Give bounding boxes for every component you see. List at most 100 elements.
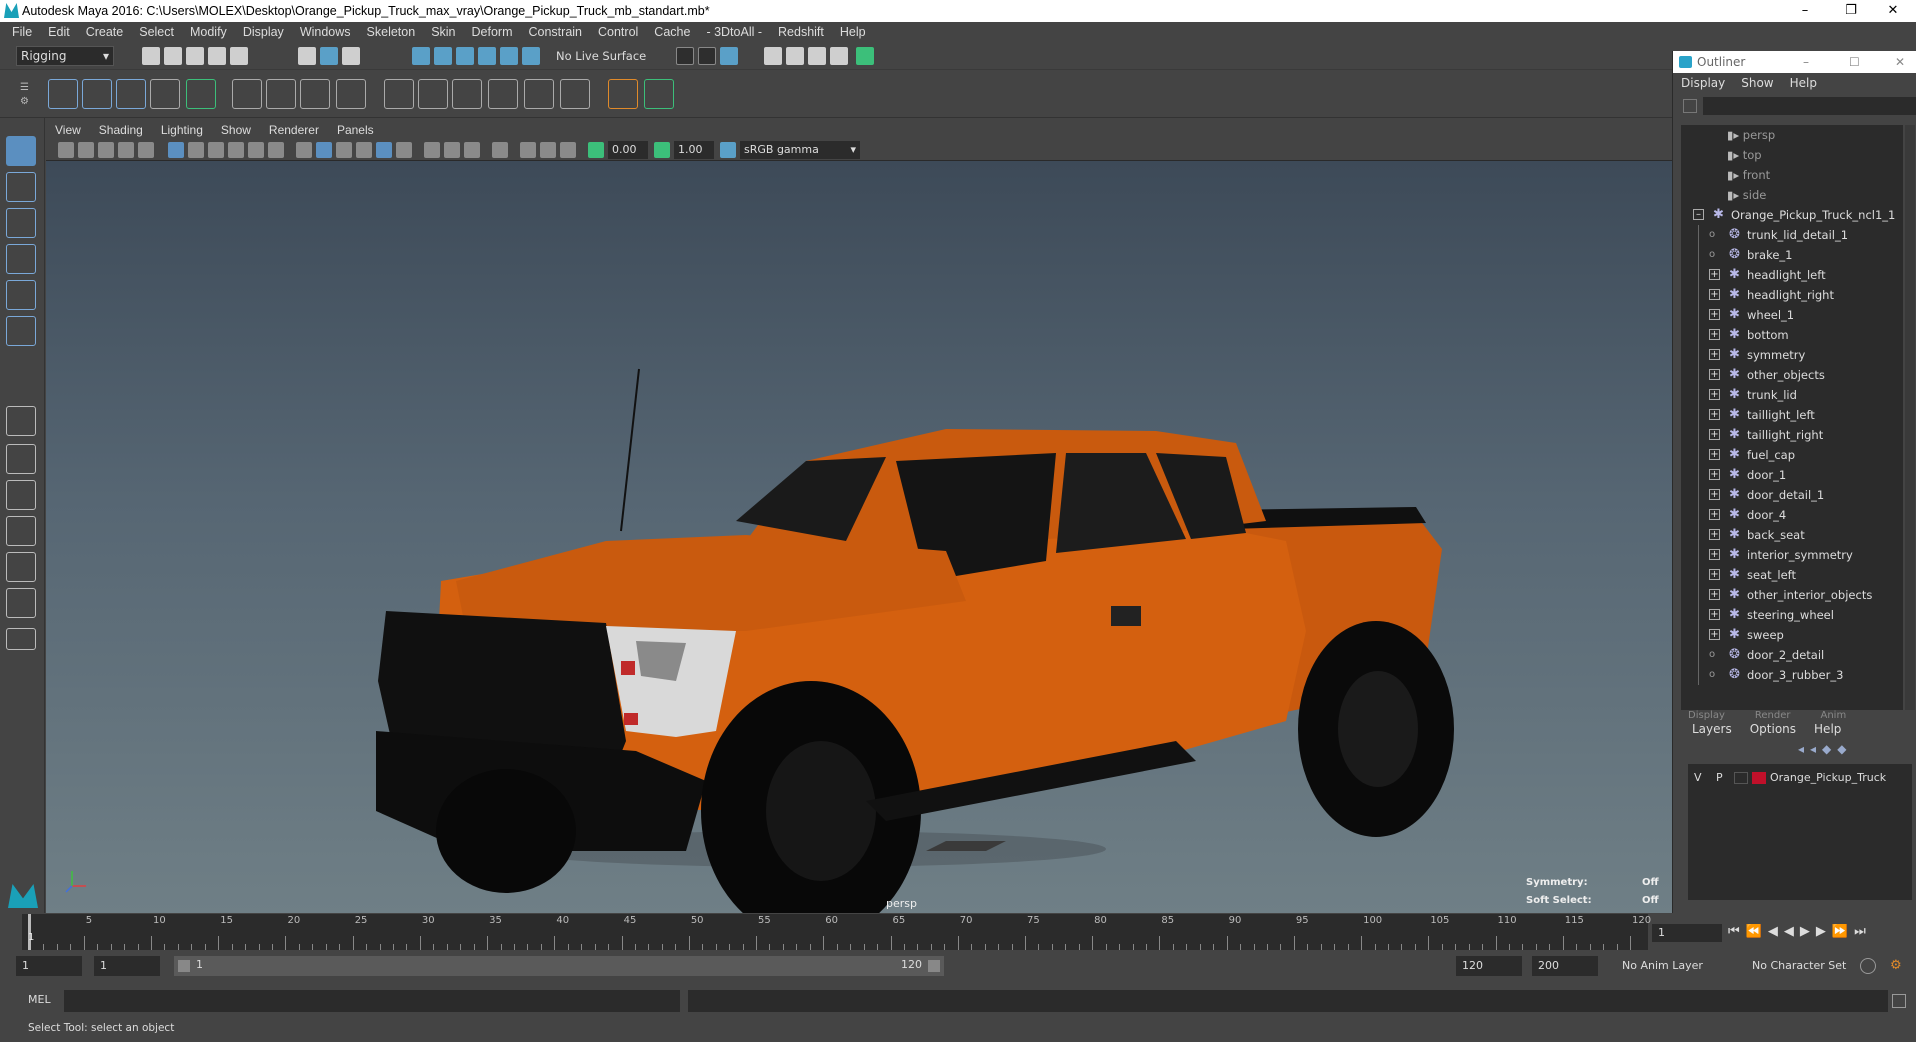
start-time-field[interactable]: 1: [16, 956, 82, 976]
gamma-field[interactable]: 1.00: [674, 141, 714, 159]
tab-render[interactable]: Render: [1755, 710, 1791, 722]
character-set-dropdown[interactable]: No Character Set: [1752, 956, 1872, 976]
menu-skeleton[interactable]: Skeleton: [359, 25, 424, 39]
default-material-icon[interactable]: [336, 142, 352, 158]
panel-menu-renderer[interactable]: Renderer: [260, 123, 328, 137]
range-start-handle[interactable]: [178, 960, 190, 972]
panel-menu-panels[interactable]: Panels: [328, 123, 383, 137]
tree-item-front[interactable]: ▮▸ front: [1727, 165, 1770, 185]
select-object-icon[interactable]: [320, 47, 338, 65]
expand-icon[interactable]: +: [1709, 469, 1720, 480]
current-frame-field[interactable]: 1: [1652, 924, 1722, 942]
bookmark-icon[interactable]: [98, 142, 114, 158]
menu-display[interactable]: Display: [235, 25, 292, 39]
render-current-icon[interactable]: [764, 47, 782, 65]
cmd-language-label[interactable]: MEL: [28, 993, 51, 1006]
scale-tool-icon[interactable]: [6, 316, 36, 346]
camera-lock-icon[interactable]: [78, 142, 94, 158]
panel-menu-show[interactable]: Show: [212, 123, 260, 137]
layer-menu-layers[interactable]: Layers: [1692, 722, 1732, 736]
expand-icon[interactable]: +: [1709, 629, 1720, 640]
tree-item-child[interactable]: + ✱ taillight_left: [1693, 405, 1903, 425]
menu-3dtoall[interactable]: - 3DtoAll -: [698, 25, 770, 39]
ambient-occlusion-icon[interactable]: [444, 142, 460, 158]
menu-redshift[interactable]: Redshift: [770, 25, 832, 39]
expand-icon[interactable]: +: [1709, 529, 1720, 540]
live-surface-label[interactable]: No Live Surface: [556, 49, 646, 63]
tree-item-child[interactable]: + ✱ trunk_lid: [1693, 385, 1903, 405]
menu-help[interactable]: Help: [832, 25, 874, 39]
wireframe-on-shaded-icon[interactable]: [356, 142, 372, 158]
xray-components-icon[interactable]: [560, 142, 576, 158]
blend-shape-icon[interactable]: [336, 79, 366, 109]
tree-item-child[interactable]: + ✱ symmetry: [1693, 345, 1903, 365]
hypershade-layout-icon[interactable]: [6, 552, 36, 582]
tree-item-child[interactable]: + ✱ headlight_right: [1693, 285, 1903, 305]
tree-item-root[interactable]: – ✱ Orange_Pickup_Truck_ncl1_1: [1693, 205, 1903, 225]
outliner-search-input[interactable]: [1703, 97, 1916, 115]
panel-menu-lighting[interactable]: Lighting: [152, 123, 212, 137]
tree-item-child[interactable]: + ✱ door_detail_1: [1693, 485, 1903, 505]
use-all-lights-icon[interactable]: [396, 142, 412, 158]
layer-type-toggle[interactable]: [1734, 772, 1748, 784]
outliner-scrollbar[interactable]: [1905, 125, 1915, 745]
tree-item-child[interactable]: + ✱ other_objects: [1693, 365, 1903, 385]
tree-item-side[interactable]: ▮▸ side: [1727, 185, 1766, 205]
undo-icon[interactable]: [208, 47, 226, 65]
menu-control[interactable]: Control: [590, 25, 646, 39]
persp-graph-icon[interactable]: [6, 516, 36, 546]
lasso-tool-icon[interactable]: [6, 172, 36, 202]
tree-item-child[interactable]: + ✱ door_4: [1693, 505, 1903, 525]
layer-visibility-toggle[interactable]: V: [1694, 768, 1702, 788]
tab-display[interactable]: Display: [1688, 710, 1725, 722]
menu-modify[interactable]: Modify: [182, 25, 235, 39]
outliner-close-button[interactable]: ✕: [1895, 51, 1905, 73]
redshift-render-icon[interactable]: [856, 47, 874, 65]
single-view-icon[interactable]: [6, 406, 36, 436]
aim-constraint-icon[interactable]: [524, 79, 554, 109]
wire-deformer-icon[interactable]: [300, 79, 330, 109]
ipr-render-icon[interactable]: [786, 47, 804, 65]
save-scene-icon[interactable]: [186, 47, 204, 65]
textured-icon[interactable]: [376, 142, 392, 158]
cluster-icon[interactable]: [266, 79, 296, 109]
tree-item-child[interactable]: + ✱ headlight_left: [1693, 265, 1903, 285]
close-button[interactable]: ✕: [1870, 0, 1916, 22]
expand-icon[interactable]: +: [1709, 589, 1720, 600]
expand-icon[interactable]: +: [1709, 349, 1720, 360]
expand-icon[interactable]: +: [1709, 409, 1720, 420]
point-constraint-icon[interactable]: [418, 79, 448, 109]
outliner-menu-display[interactable]: Display: [1673, 76, 1733, 90]
preferences-icon[interactable]: ⚙: [1890, 958, 1906, 974]
collapse-icon[interactable]: –: [1693, 209, 1704, 220]
gamma-icon[interactable]: [654, 142, 670, 158]
wireframe-icon[interactable]: [296, 142, 312, 158]
playback-start-field[interactable]: 1: [94, 956, 160, 976]
mirror-joint-icon[interactable]: [150, 79, 180, 109]
pole-vector-icon[interactable]: [560, 79, 590, 109]
exposure-icon[interactable]: [588, 142, 604, 158]
select-hierarchy-icon[interactable]: [298, 47, 316, 65]
tree-item-child[interactable]: + ✱ door_1: [1693, 465, 1903, 485]
scale-constraint-icon[interactable]: [488, 79, 518, 109]
command-input[interactable]: [64, 990, 680, 1012]
layer-name[interactable]: Orange_Pickup_Truck: [1770, 768, 1886, 788]
menu-windows[interactable]: Windows: [292, 25, 359, 39]
persp-outliner-icon[interactable]: [6, 480, 36, 510]
expand-icon[interactable]: +: [1709, 609, 1720, 620]
ik-handle-icon[interactable]: [82, 79, 112, 109]
expand-icon[interactable]: +: [1709, 509, 1720, 520]
maximize-button[interactable]: ❐: [1828, 0, 1874, 22]
film-gate-icon[interactable]: [188, 142, 204, 158]
viewport-persp[interactable]: persp Symmetry: Off Soft Select: Off: [46, 161, 1672, 913]
anim-layer-dropdown[interactable]: No Anim Layer: [1622, 956, 1740, 976]
minimize-button[interactable]: –: [1782, 0, 1828, 22]
range-end-handle[interactable]: [928, 960, 940, 972]
menu-cache[interactable]: Cache: [646, 25, 698, 39]
smooth-shade-icon[interactable]: [316, 142, 332, 158]
shadows-icon[interactable]: [424, 142, 440, 158]
menu-set-dropdown[interactable]: Rigging ▾: [16, 46, 114, 66]
gate-mask-icon[interactable]: [228, 142, 244, 158]
layer-playback-toggle[interactable]: P: [1716, 768, 1723, 788]
set-driven-key-icon[interactable]: [644, 79, 674, 109]
